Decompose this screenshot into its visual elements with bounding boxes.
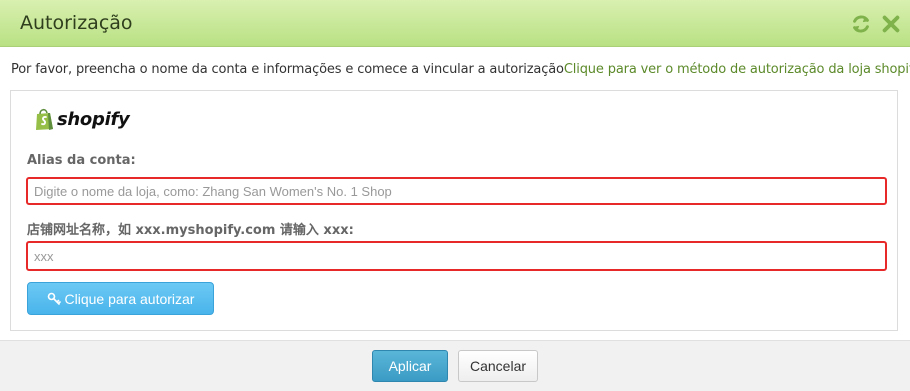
auth-method-link[interactable]: Clique para ver o método de autorização … <box>564 62 910 77</box>
form-panel: shopify Alias da conta: 店铺网址名称，如 xxx.mys… <box>10 90 898 331</box>
shopify-bag-icon <box>36 108 53 130</box>
store-url-input[interactable] <box>26 241 887 271</box>
authorize-button-label: Clique para autorizar <box>64 290 195 307</box>
authorize-button[interactable]: Clique para autorizar <box>27 282 214 315</box>
titlebar-actions <box>850 13 902 35</box>
refresh-icon[interactable] <box>850 13 872 35</box>
alias-label: Alias da conta: <box>27 153 136 168</box>
dialog-title: Autorização <box>20 12 133 34</box>
authorization-dialog: Autorização Por favor, preencha o nome d… <box>0 0 910 391</box>
shopify-logo: shopify <box>34 108 130 131</box>
alias-input[interactable] <box>26 177 887 205</box>
intro-text: Por favor, preencha o nome da conta e in… <box>11 62 910 77</box>
cancel-button[interactable]: Cancelar <box>458 350 538 382</box>
close-icon[interactable] <box>880 13 902 35</box>
key-icon <box>47 292 61 305</box>
apply-button[interactable]: Aplicar <box>372 350 448 382</box>
dialog-footer: Aplicar Cancelar <box>0 340 910 391</box>
intro-message: Por favor, preencha o nome da conta e in… <box>11 62 564 77</box>
store-url-label: 店铺网址名称，如 xxx.myshopify.com 请输入 xxx: <box>27 223 354 238</box>
dialog-titlebar: Autorização <box>0 0 910 47</box>
shopify-wordmark: shopify <box>57 109 130 130</box>
